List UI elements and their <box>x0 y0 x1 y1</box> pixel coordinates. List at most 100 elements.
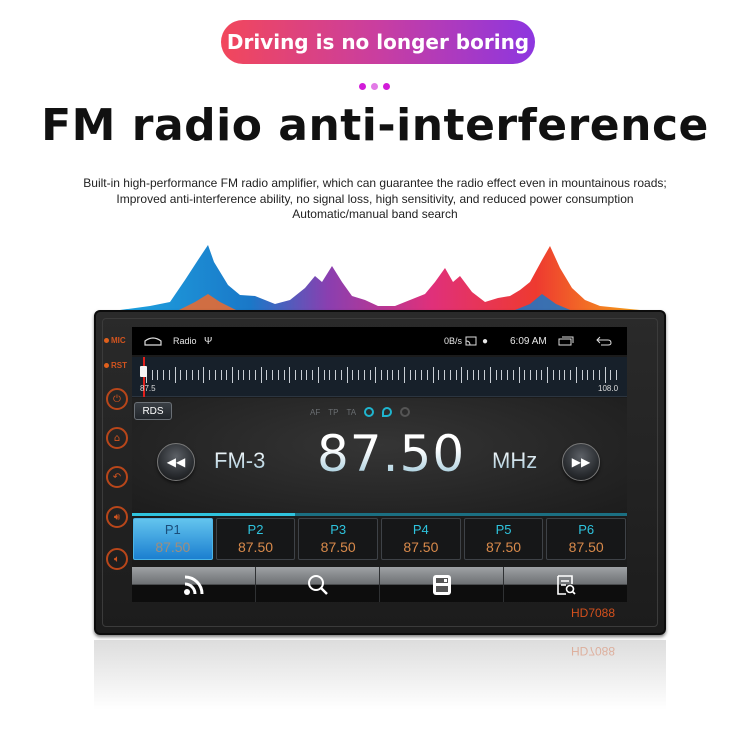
tuner-tick <box>352 370 354 380</box>
preset-button[interactable]: P3 87.50 <box>298 518 379 560</box>
save-button[interactable] <box>380 567 504 602</box>
tuner-tick <box>363 370 365 380</box>
tuner-tick <box>277 370 279 380</box>
tuner-tick <box>541 370 543 380</box>
tuner-tick <box>180 370 182 380</box>
tuner-tick <box>260 367 262 383</box>
frequency-display: RDS AF TP TA ◀◀ FM-3 87.50 MHz ▶▶ <box>132 398 627 516</box>
description: Built-in high-performance FM radio ampli… <box>0 176 750 223</box>
tuner-tick <box>535 370 537 380</box>
rst-button[interactable]: RST <box>104 361 127 370</box>
tuner-tick <box>346 367 348 383</box>
tuner-tick <box>151 370 153 380</box>
preset-page-indicator <box>132 513 627 516</box>
radio-toolbar <box>132 567 627 602</box>
tuner-tick <box>335 370 337 380</box>
preset-button[interactable]: P5 87.50 <box>463 518 544 560</box>
tuner-tick <box>552 370 554 380</box>
tuner-tick <box>197 370 199 380</box>
preset-button[interactable]: P4 87.50 <box>381 518 461 560</box>
tuner-tick <box>266 370 268 380</box>
tuner-tick <box>501 370 503 380</box>
preset-frequency: 87.50 <box>486 539 522 555</box>
tuner-tick <box>512 370 514 380</box>
seek-back-button[interactable]: ◀◀ <box>157 443 195 481</box>
preset-button[interactable]: P2 87.50 <box>215 518 296 560</box>
volume-up-button[interactable]: 🔊︎ <box>106 506 128 528</box>
dot-3 <box>383 83 390 90</box>
tuner-tick <box>438 370 440 380</box>
tuner-tick <box>593 370 595 380</box>
tuner-tick <box>323 370 325 380</box>
unit-label: MHz <box>492 448 538 473</box>
tuner-tick <box>455 370 457 380</box>
stereo-icon[interactable] <box>364 407 375 417</box>
home-icon: ⌂ <box>113 432 121 444</box>
tuner-tick <box>581 370 583 380</box>
home-nav-button[interactable] <box>144 327 162 355</box>
tuner-tick <box>610 370 612 380</box>
home-button[interactable]: ⌂ <box>106 427 128 449</box>
dot-2 <box>371 83 378 90</box>
tuner-tick <box>174 367 176 383</box>
tuner-tick <box>243 370 245 380</box>
search-icon <box>307 574 328 595</box>
power-icon: ⏻ <box>113 393 121 405</box>
tuner-tick <box>306 370 308 380</box>
tuner-tick <box>421 370 423 380</box>
tuner-ticks <box>146 363 617 383</box>
recent-apps-button[interactable] <box>558 327 574 355</box>
seek-forward-button[interactable]: ▶▶ <box>562 443 600 481</box>
af-flag[interactable]: AF <box>310 408 320 417</box>
status-bar: Radio Ψ 0B/s ● 6:09 AM <box>132 327 627 355</box>
tuner-tick <box>237 370 239 380</box>
tp-flag[interactable]: TP <box>328 408 338 417</box>
pagination-dots <box>359 83 390 90</box>
tuner-tick <box>518 367 520 383</box>
volume-down-button[interactable]: 🔈︎ <box>106 548 128 570</box>
model-label: HD7088 <box>571 606 616 620</box>
preset-button[interactable]: P6 87.50 <box>546 518 627 560</box>
tuner-tick <box>587 370 589 380</box>
broadcast-button[interactable] <box>132 567 256 602</box>
tuner-tick <box>604 367 606 383</box>
usb-icon: Ψ <box>204 335 213 347</box>
led-icon <box>104 363 109 368</box>
tuner-handle[interactable] <box>140 366 147 377</box>
preset-button[interactable]: P1 87.50 <box>133 518 213 560</box>
search-button[interactable] <box>256 567 380 602</box>
tuner-min-label: 87.5 <box>140 384 156 393</box>
recent-apps-icon <box>558 336 574 346</box>
tuner-tick <box>398 370 400 380</box>
search-local-icon[interactable] <box>382 407 393 417</box>
save-icon <box>432 574 451 595</box>
tuner-tick <box>570 370 572 380</box>
volume-down-icon: 🔈︎ <box>114 553 120 565</box>
back-button[interactable]: ↶ <box>106 466 128 488</box>
list-search-button[interactable] <box>504 567 627 602</box>
mic-indicator: MIC <box>104 336 126 345</box>
tuner-tick <box>283 370 285 380</box>
tuner-tick <box>403 367 405 383</box>
device-reflection: HD7088 <box>94 640 666 710</box>
power-button[interactable]: ⏻ <box>106 388 128 410</box>
preset-name: P4 <box>412 522 429 537</box>
rds-button[interactable]: RDS <box>134 402 172 420</box>
tuner-tick <box>409 370 411 380</box>
led-icon <box>104 338 109 343</box>
back-nav-button[interactable] <box>596 327 612 355</box>
preset-frequency: 87.50 <box>237 539 274 555</box>
tuner-tick <box>340 370 342 380</box>
tuner-tick <box>358 370 360 380</box>
description-line: Automatic/manual band search <box>292 207 458 221</box>
ta-flag[interactable]: TA <box>346 408 356 417</box>
tuner-tick <box>547 367 549 383</box>
tuner-scale[interactable]: 87.5 108.0 <box>132 357 627 397</box>
description-line: Built-in high-performance FM radio ampli… <box>83 176 667 190</box>
tuner-tick <box>381 370 382 380</box>
tuner-tick <box>157 370 159 380</box>
zoom-icon[interactable] <box>400 407 411 417</box>
tuner-tick <box>507 370 509 380</box>
tuner-tick <box>369 370 371 380</box>
preset-page-progress <box>132 513 296 516</box>
